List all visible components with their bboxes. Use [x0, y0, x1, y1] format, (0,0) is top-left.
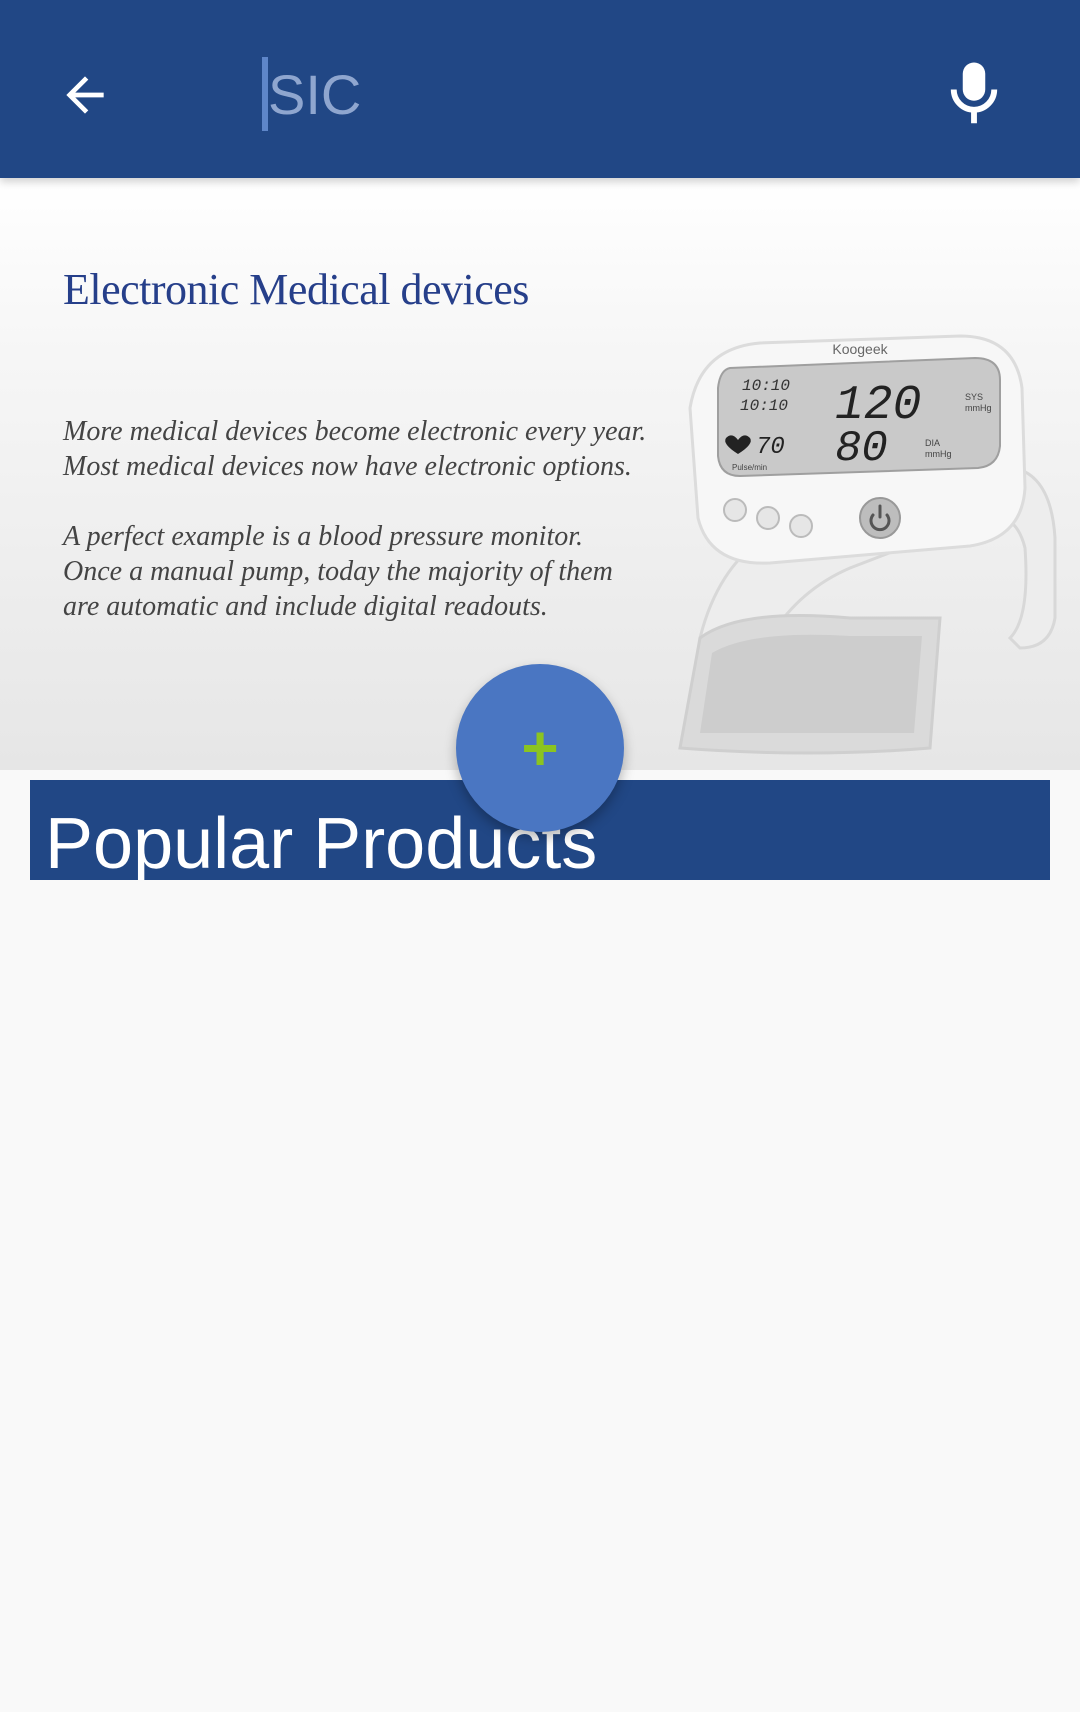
device-brand: Koogeek [832, 341, 888, 357]
search-field[interactable] [262, 54, 862, 134]
search-input[interactable] [268, 61, 828, 127]
back-button[interactable] [50, 60, 120, 130]
device-pulse-label: Pulse/min [732, 463, 767, 472]
device-button [789, 514, 813, 538]
top-app-bar [0, 0, 1080, 178]
device-unit-dia: mmHg [925, 449, 952, 459]
device-button [723, 498, 747, 522]
device-dia-label: DIA [925, 438, 940, 448]
arrow-back-icon [66, 76, 104, 114]
microphone-icon [950, 62, 998, 124]
device-button [756, 506, 780, 530]
banner-line: Most medical devices now have electronic… [63, 451, 632, 482]
blood-pressure-monitor-image: Koogeek 10:10 10:10 120 SYS mmHg 70 Puls… [678, 334, 1057, 755]
banner-line: More medical devices become electronic e… [63, 416, 647, 447]
device-unit-sys: mmHg [965, 403, 992, 413]
device-time-2: 10:10 [740, 397, 788, 415]
banner-line: Once a manual pump, today the majority o… [63, 556, 613, 587]
device-time-1: 10:10 [742, 377, 790, 395]
banner-line: A perfect example is a blood pressure mo… [63, 521, 584, 552]
plus-icon: + [521, 712, 559, 784]
banner-line: are automatic and include digital readou… [63, 591, 548, 622]
banner-title: Electronic Medical devices [63, 265, 529, 314]
voice-search-button[interactable] [944, 58, 1004, 130]
device-sys-label: SYS [965, 392, 983, 402]
banner-paragraph-1: More medical devices become electronic e… [63, 414, 703, 484]
banner-paragraph-2: A perfect example is a blood pressure mo… [63, 519, 703, 624]
device-dia-reading: 80 [835, 424, 888, 474]
device-pulse-reading: 70 [756, 434, 785, 461]
add-fab-button[interactable]: + [456, 664, 624, 832]
